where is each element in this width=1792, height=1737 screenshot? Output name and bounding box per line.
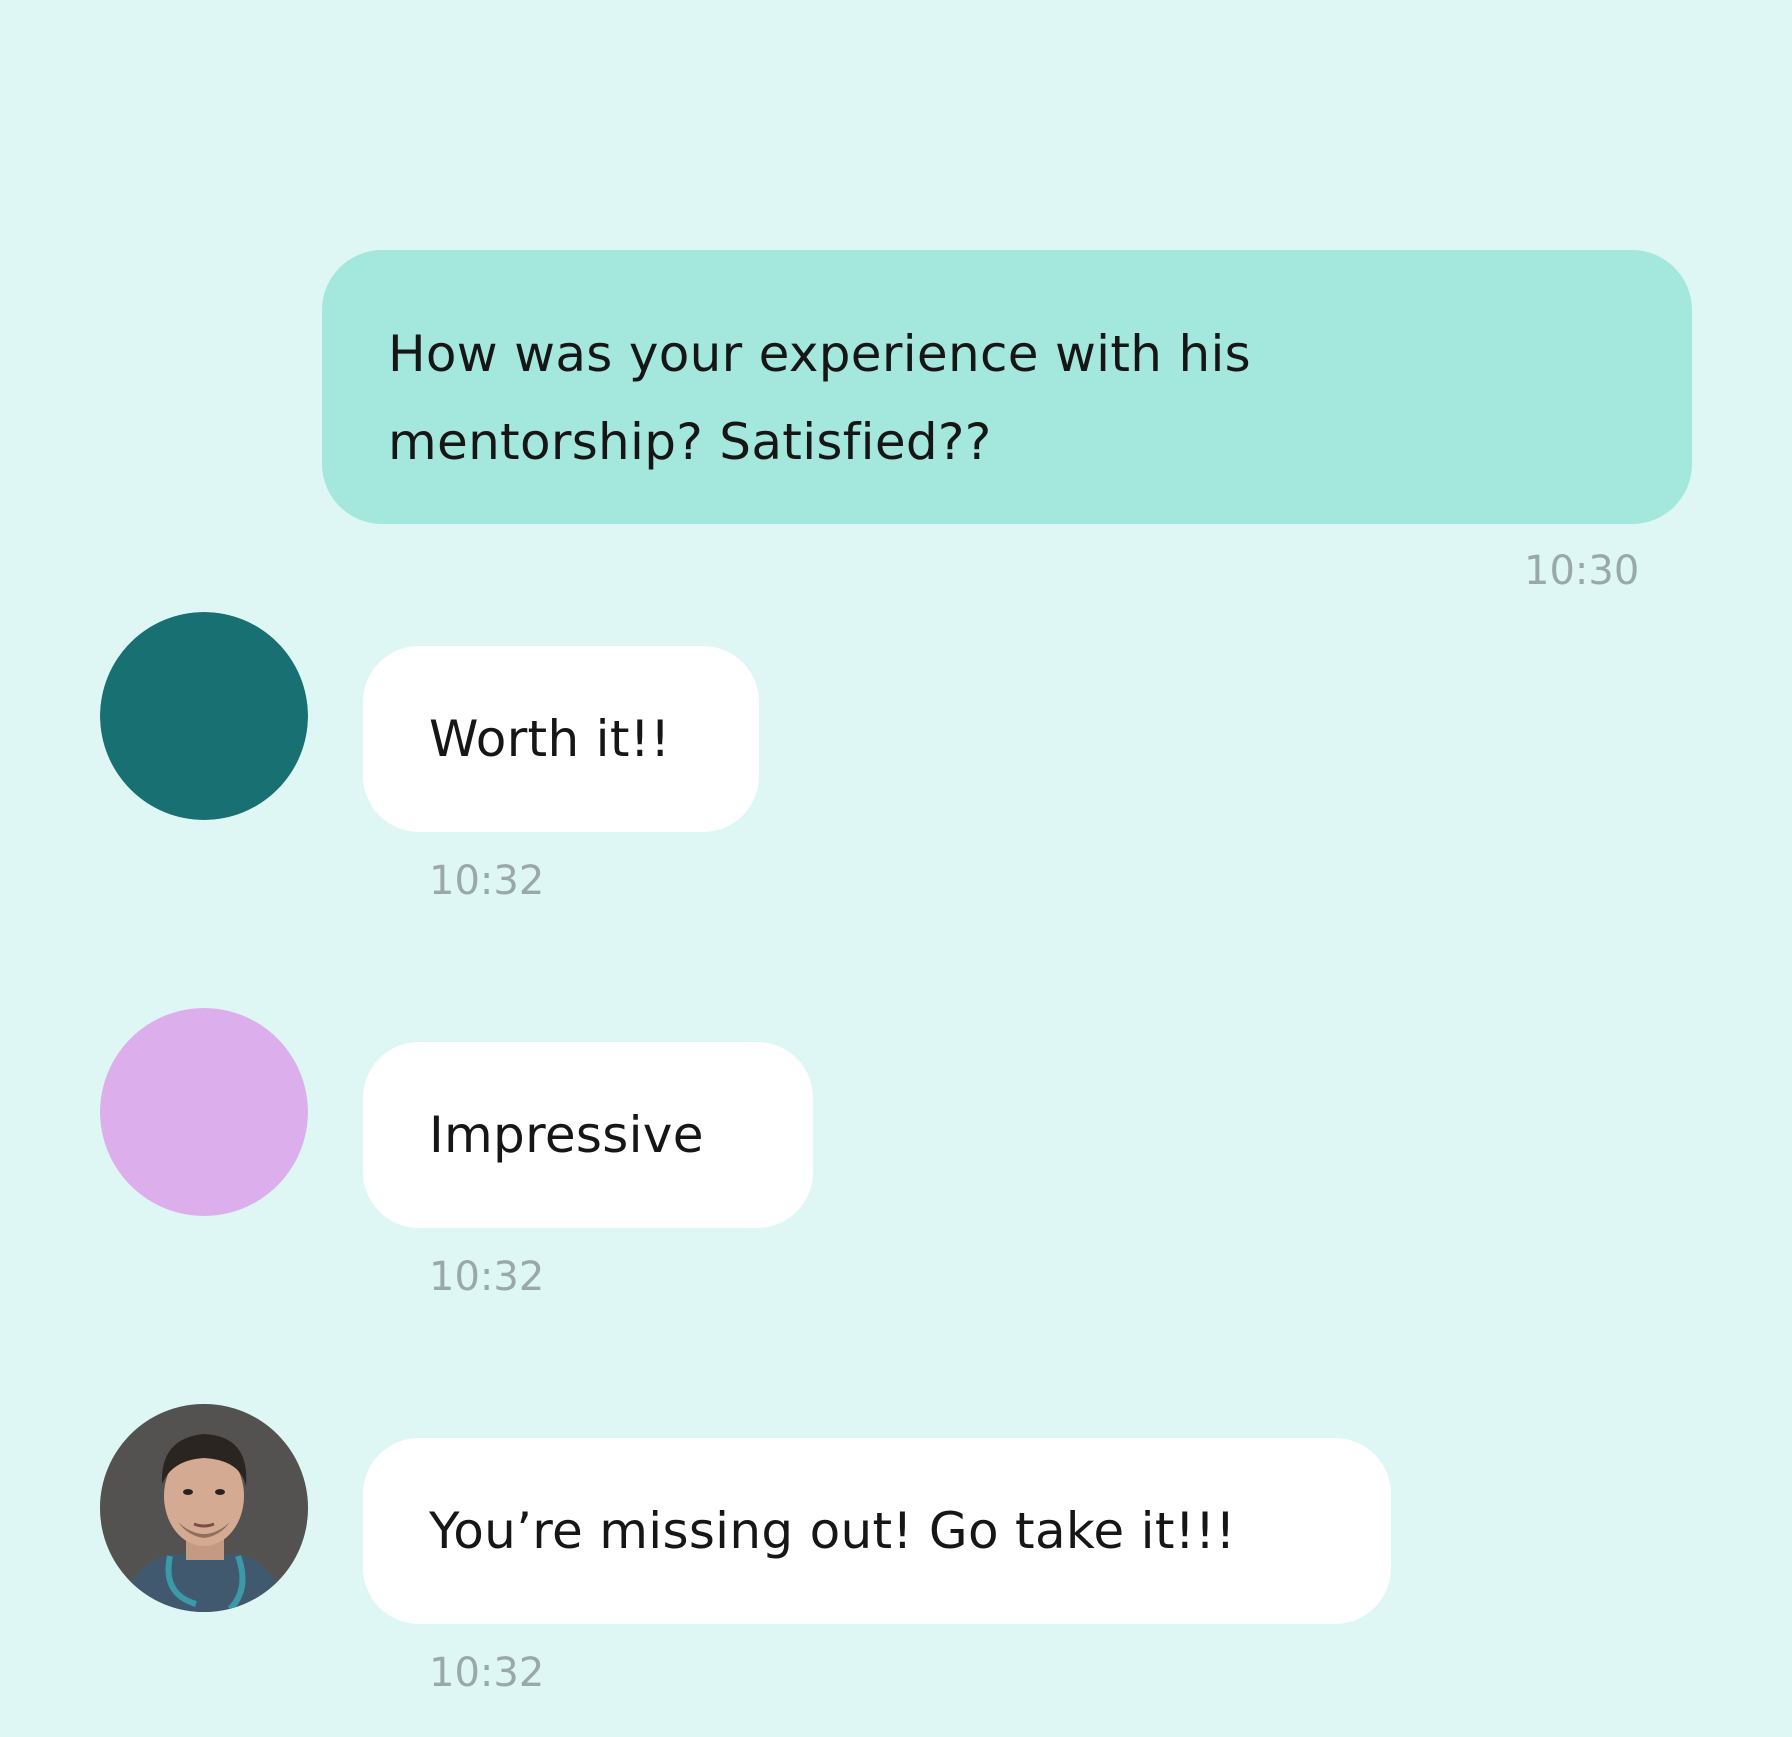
avatar[interactable] xyxy=(100,1008,308,1216)
avatar[interactable] xyxy=(100,1404,308,1612)
received-message-bubble[interactable]: Worth it!! xyxy=(363,646,759,832)
received-message-bubble[interactable]: Impressive xyxy=(363,1042,813,1228)
message-timestamp: 10:30 xyxy=(1524,548,1640,594)
avatar-lilac-circle-icon xyxy=(100,1008,308,1216)
avatar-teal-circle-icon xyxy=(100,612,308,820)
person-photo-icon xyxy=(100,1404,308,1612)
message-timestamp: 10:32 xyxy=(429,858,545,904)
message-timestamp: 10:32 xyxy=(429,1650,545,1696)
avatar[interactable] xyxy=(100,612,308,820)
message-text: You’re missing out! Go take it!!! xyxy=(429,1502,1236,1560)
message-text: Impressive xyxy=(429,1106,704,1164)
sent-message-bubble[interactable]: How was your experience with his mentors… xyxy=(322,250,1692,524)
received-message-bubble[interactable]: You’re missing out! Go take it!!! xyxy=(363,1438,1391,1624)
chat-window: How was your experience with his mentors… xyxy=(0,0,1792,1737)
message-timestamp: 10:32 xyxy=(429,1254,545,1300)
message-text: How was your experience with his mentors… xyxy=(388,325,1251,471)
message-text: Worth it!! xyxy=(429,710,671,768)
